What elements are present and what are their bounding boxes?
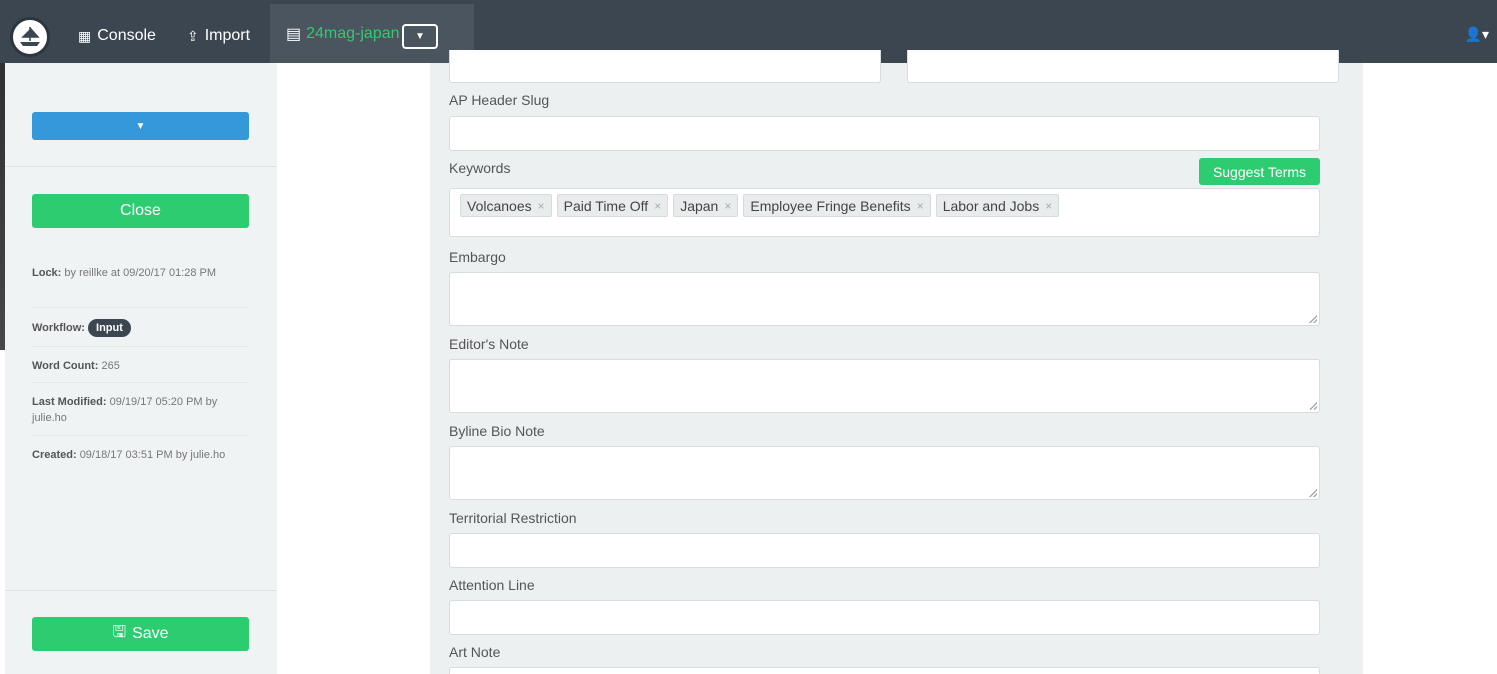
divider <box>32 346 249 347</box>
created-label: Created: <box>32 449 77 461</box>
document-dropdown-button[interactable]: ▼ <box>402 24 438 49</box>
remove-tag-icon[interactable]: × <box>654 199 661 213</box>
nav-console[interactable]: ▦ Console <box>78 24 156 48</box>
territorial-restriction-label: Territorial Restriction <box>449 510 577 526</box>
attention-line-label: Attention Line <box>449 577 535 593</box>
remove-tag-icon[interactable]: × <box>538 199 545 213</box>
word-count-value: 265 <box>101 360 120 372</box>
caret-down-icon: ▼ <box>135 120 146 132</box>
divider <box>32 435 249 436</box>
keyword-tag-label: Japan <box>680 197 719 214</box>
editors-note-label: Editor's Note <box>449 336 529 352</box>
ap-header-slug-input[interactable] <box>449 116 1320 151</box>
byline-bio-note-textarea[interactable] <box>449 446 1320 500</box>
file-icon: ▤ <box>286 26 302 43</box>
divider <box>5 590 277 591</box>
lock-info: Lock: by reillke at 09/20/17 01:28 PM <box>32 265 249 281</box>
background-right-area <box>1364 62 1497 674</box>
resize-grip-icon[interactable] <box>1309 489 1317 497</box>
table-icon: ▦ <box>78 27 92 44</box>
keyword-tag-label: Labor and Jobs <box>942 197 1040 214</box>
created-value: 09/18/17 03:51 PM by julie.ho <box>79 449 226 461</box>
nav-document-label: 24mag-japan <box>306 25 400 42</box>
embargo-textarea[interactable] <box>449 272 1320 326</box>
workflow-info: Workflow: Input <box>32 319 249 337</box>
caret-down-icon: ▼ <box>415 31 425 42</box>
keywords-tag-input[interactable]: Volcanoes × Paid Time Off × Japan × Employe… <box>449 188 1320 237</box>
nav-document-tab[interactable]: ▤ 24mag-japan <box>286 24 400 44</box>
ap-header-slug-label: AP Header Slug <box>449 92 550 108</box>
territorial-restriction-input[interactable] <box>449 533 1320 568</box>
user-menu[interactable]: 👤▾ <box>1465 26 1489 43</box>
last-modified-label: Last Modified: <box>32 396 107 408</box>
left-sidebar: ▼ Close Lock: by reillke at 09/20/17 01:… <box>5 63 277 674</box>
word-count-info: Word Count: 265 <box>32 358 249 374</box>
close-button[interactable]: Close <box>32 194 249 228</box>
art-note-label: Art Note <box>449 644 501 660</box>
workflow-label: Workflow: <box>32 322 85 334</box>
keyword-tag: Paid Time Off × <box>556 194 669 217</box>
byline-bio-note-label: Byline Bio Note <box>449 423 545 439</box>
save-label: Save <box>132 625 169 642</box>
divider <box>32 382 249 383</box>
keyword-tag-label: Paid Time Off <box>563 197 649 214</box>
remove-tag-icon[interactable]: × <box>724 199 731 213</box>
user-icon: 👤▾ <box>1464 26 1489 42</box>
suggest-terms-button[interactable]: Suggest Terms <box>1199 158 1320 185</box>
ship-logo-icon[interactable] <box>10 17 50 57</box>
remove-tag-icon[interactable]: × <box>1045 199 1052 213</box>
nav-import[interactable]: ⇪ Import <box>187 24 250 48</box>
text-input-left[interactable] <box>449 50 881 83</box>
nav-console-label: Console <box>97 27 156 44</box>
keyword-tag: Employee Fringe Benefits × <box>743 194 931 217</box>
resize-grip-icon[interactable] <box>1309 402 1317 410</box>
lock-value: by reillke at 09/20/17 01:28 PM <box>64 267 217 279</box>
keyword-tag-label: Volcanoes <box>467 197 532 214</box>
keyword-tag: Volcanoes × <box>460 194 552 217</box>
divider <box>5 166 277 167</box>
workflow-badge: Input <box>88 319 131 337</box>
last-modified-info: Last Modified: 09/19/17 05:20 PM by juli… <box>32 394 249 426</box>
divider <box>32 307 249 308</box>
word-count-label: Word Count: <box>32 360 99 372</box>
lock-label: Lock: <box>32 267 62 279</box>
save-button[interactable]: 🖫 Save <box>32 617 249 651</box>
art-note-input[interactable] <box>449 667 1320 674</box>
attention-line-input[interactable] <box>449 600 1320 635</box>
upload-icon: ⇪ <box>187 27 199 44</box>
actions-dropdown-button[interactable]: ▼ <box>32 112 249 140</box>
text-input-right[interactable] <box>907 50 1339 83</box>
nav-import-label: Import <box>204 27 251 44</box>
floppy-disk-icon: 🖫 <box>112 623 127 641</box>
keyword-tag: Japan × <box>673 194 739 217</box>
editors-note-textarea[interactable] <box>449 359 1320 413</box>
created-info: Created: 09/18/17 03:51 PM by julie.ho <box>32 447 249 463</box>
embargo-label: Embargo <box>449 249 506 265</box>
resize-grip-icon[interactable] <box>1309 315 1317 323</box>
keywords-label: Keywords <box>449 160 511 176</box>
keyword-tag: Labor and Jobs × <box>935 194 1060 217</box>
remove-tag-icon[interactable]: × <box>917 199 924 213</box>
keyword-tag-label: Employee Fringe Benefits <box>750 197 911 214</box>
